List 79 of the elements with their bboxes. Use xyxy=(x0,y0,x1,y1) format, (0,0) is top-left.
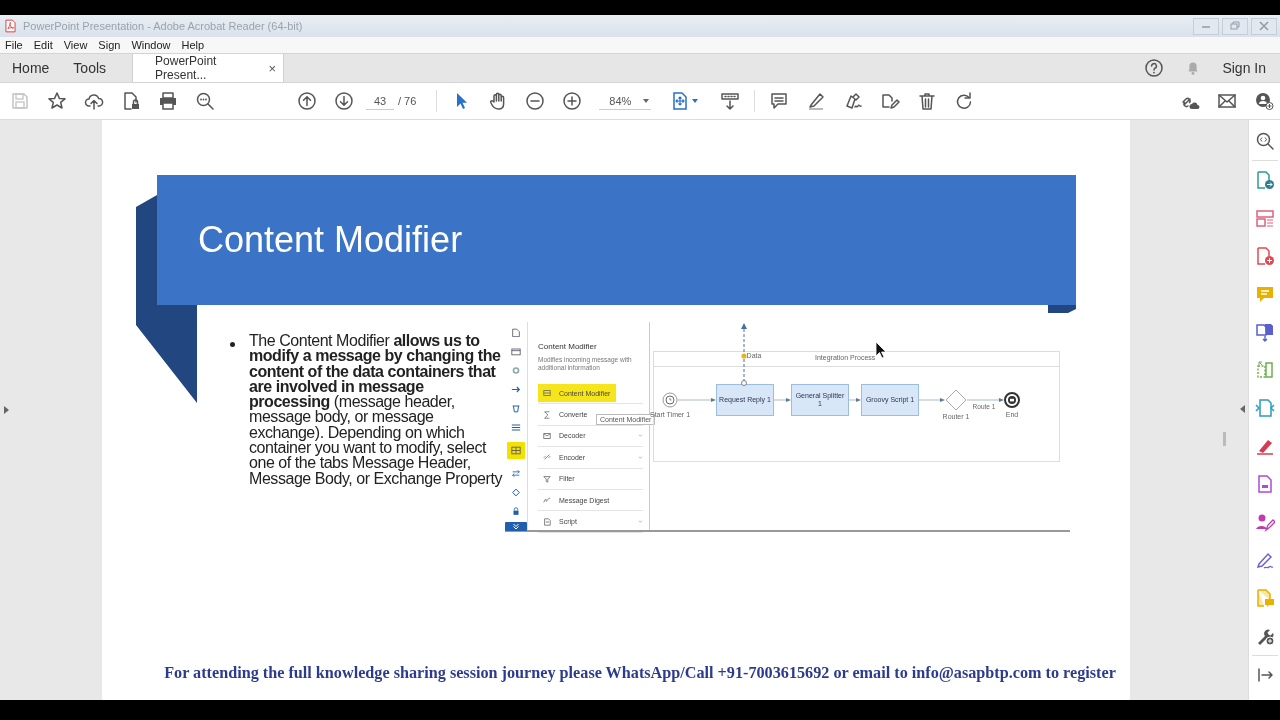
banner-shadow-drawing xyxy=(1048,305,1076,313)
timer-event-icon xyxy=(662,392,678,408)
panel-title: Content Modifier xyxy=(538,342,598,351)
circle-icon[interactable] xyxy=(511,366,521,375)
caret-icon xyxy=(643,98,650,103)
scroll-mode-icon[interactable] xyxy=(720,91,741,111)
table-icon[interactable] xyxy=(511,446,521,455)
star-icon[interactable] xyxy=(47,91,67,111)
highlighter-icon[interactable] xyxy=(806,91,827,111)
person-pen-icon[interactable] xyxy=(1254,512,1275,532)
comment-icon[interactable] xyxy=(769,91,790,111)
gateway-diamond-icon xyxy=(945,389,967,411)
pen-icon[interactable] xyxy=(843,91,864,111)
bullet-text: The Content Modifier allows us to modify a message by changing the content of the data containers that are involved in message processing (message header, message body, or message exchange). Depending on which container you want to modify, select one of the tabs Message Header, Message Body, or Exchange Property xyxy=(249,333,504,489)
window-icon[interactable] xyxy=(511,347,521,356)
documents-arrow-icon[interactable] xyxy=(1254,322,1275,342)
document-icon xyxy=(543,517,551,526)
page-count: / 76 xyxy=(398,95,417,107)
pdf-logo-icon xyxy=(4,19,17,33)
window-title: PowerPoint Presentation - Adobe Acrobat Reader (64-bit) xyxy=(23,20,304,32)
search-icon[interactable] xyxy=(1254,131,1275,151)
promo-caption: For attending the full knowledge sharing session journey please WhatsApp/Call +91-7003615692 or email to info@asapbtp.com to register xyxy=(164,664,1116,683)
signature-icon xyxy=(543,496,551,505)
mail-icon[interactable] xyxy=(1217,91,1237,111)
print-icon[interactable] xyxy=(158,91,178,111)
caret-icon[interactable] xyxy=(692,99,699,103)
crop-icon[interactable] xyxy=(1254,360,1275,380)
connector-arrow xyxy=(967,397,1004,403)
connector-arrow xyxy=(849,397,861,403)
swap-icon[interactable] xyxy=(511,469,521,478)
restore-icon xyxy=(1229,21,1241,31)
close-button[interactable]: × xyxy=(268,60,277,76)
cursor-icon xyxy=(875,341,887,359)
expand-panel-icon[interactable] xyxy=(4,406,9,414)
zoom-out-icon[interactable] xyxy=(525,91,546,111)
cloud-upload-icon[interactable] xyxy=(84,91,104,111)
envelope-icon xyxy=(543,431,551,440)
nav-tab[interactable]: Tools xyxy=(61,54,119,82)
sigma-icon xyxy=(543,410,551,419)
end-event-icon xyxy=(1004,392,1020,408)
document-icon[interactable] xyxy=(511,328,521,337)
diamond-icon[interactable] xyxy=(511,488,521,497)
menu-item[interactable]: Sign xyxy=(98,39,121,51)
zoom-in-icon[interactable] xyxy=(562,91,583,111)
collapse-panel-icon[interactable] xyxy=(1240,405,1245,413)
document-edit-icon[interactable] xyxy=(880,91,901,111)
arrow-icon[interactable] xyxy=(511,385,521,394)
lines-icon[interactable] xyxy=(511,423,521,432)
user-add-icon[interactable] xyxy=(1254,91,1274,111)
document-arrow-icon[interactable] xyxy=(1254,170,1275,190)
menu-item[interactable]: Help xyxy=(181,39,205,51)
scrollbar-thumb[interactable] xyxy=(1223,432,1226,446)
funnel-icon xyxy=(543,474,551,483)
close-icon xyxy=(1258,21,1270,31)
trash-icon[interactable] xyxy=(511,404,521,413)
document-plus-icon[interactable] xyxy=(1254,246,1275,266)
table-icon xyxy=(543,389,551,398)
slide-title: Content Modifier xyxy=(198,219,463,261)
help-icon[interactable] xyxy=(1144,58,1165,78)
menu-item[interactable]: Window xyxy=(131,39,171,51)
bullet-icon xyxy=(230,342,235,347)
menu-item[interactable]: View xyxy=(63,39,88,51)
document-compress-icon[interactable] xyxy=(1254,398,1275,418)
menu-item[interactable]: File xyxy=(5,39,23,51)
menu-item[interactable]: Edit xyxy=(33,39,53,51)
connector-arrow xyxy=(774,397,791,403)
signature-pen-icon[interactable] xyxy=(1254,550,1275,570)
expand-button[interactable] xyxy=(505,522,527,531)
layout-icon[interactable] xyxy=(1254,208,1275,228)
lock-icon[interactable] xyxy=(511,507,521,516)
document-lock-icon[interactable] xyxy=(121,91,141,111)
sign-in-link[interactable]: Sign In xyxy=(1222,60,1266,76)
nav-tab[interactable]: Home xyxy=(0,54,62,82)
connector-arrow xyxy=(678,397,716,403)
trash-icon[interactable] xyxy=(917,91,938,111)
search-icon[interactable] xyxy=(195,91,215,111)
document-tab[interactable]: PowerPoint Present... × xyxy=(132,54,285,82)
link-icon xyxy=(543,453,551,462)
connector-arrow xyxy=(919,397,945,403)
